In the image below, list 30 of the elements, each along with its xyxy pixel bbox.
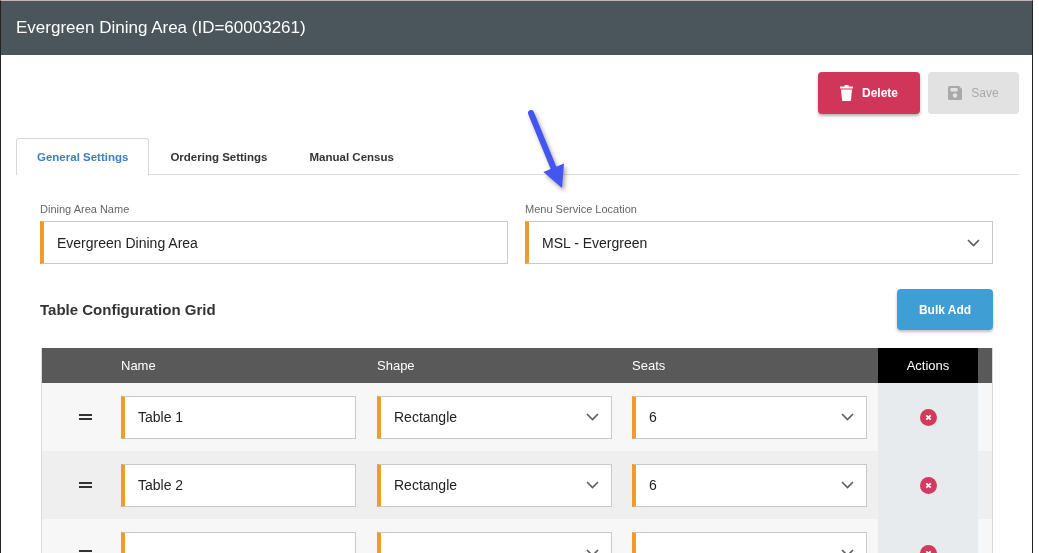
drag-handle-icon[interactable]	[79, 482, 92, 488]
dropdown[interactable]: MSL - Evergreen	[525, 221, 993, 264]
section-title: Table Configuration Grid	[40, 301, 216, 318]
dropdown[interactable]: 6	[632, 463, 867, 507]
column-header: Shape	[377, 357, 416, 375]
delete-button[interactable]: Delete	[818, 72, 920, 114]
field-label: Dining Area Name	[40, 203, 131, 216]
chevron-down-icon	[586, 481, 599, 489]
column-header: Seats	[632, 357, 667, 375]
drag-handle-icon[interactable]	[79, 414, 92, 420]
chevron-down-icon	[841, 481, 854, 489]
remove-icon[interactable]	[919, 408, 937, 426]
tab[interactable]: Ordering Settings	[149, 138, 289, 174]
column-header: Actions	[878, 348, 978, 383]
dropdown[interactable]: 6	[632, 395, 867, 439]
chevron-down-icon	[586, 413, 599, 421]
trash-icon	[840, 85, 853, 101]
chevron-down-icon	[967, 238, 980, 247]
column-header: Name	[121, 357, 157, 375]
dropdown[interactable]: Rectangle	[377, 463, 612, 507]
dropdown[interactable]: Rectangle	[377, 395, 612, 439]
text-input[interactable]: Evergreen Dining Area	[40, 221, 508, 264]
tab[interactable]: General Settings	[16, 138, 150, 175]
tab[interactable]: Manual Census	[288, 138, 415, 174]
window-title: Evergreen Dining Area (ID=60003261)	[16, 18, 306, 38]
text-input[interactable]: Table 2	[121, 463, 356, 507]
chevron-down-icon	[841, 413, 854, 421]
field-label: Menu Service Location	[525, 203, 638, 216]
remove-icon[interactable]	[919, 476, 937, 494]
text-input[interactable]: Table 1	[121, 395, 356, 439]
